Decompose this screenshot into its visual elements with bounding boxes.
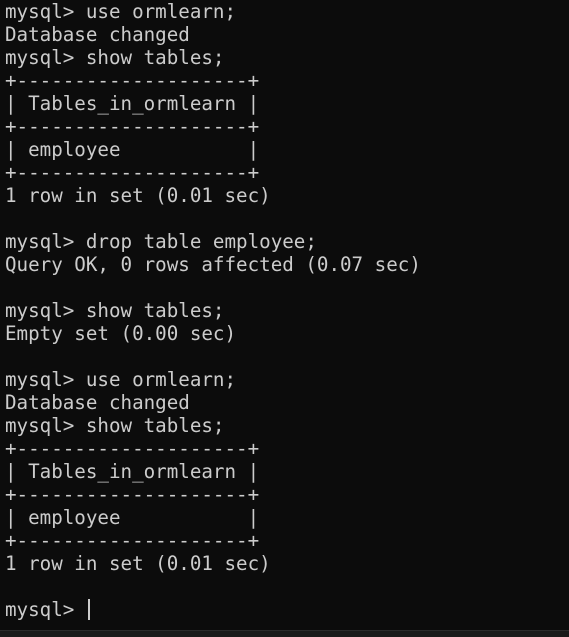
terminal-line: Empty set (0.00 sec)	[5, 322, 237, 345]
prompt-text: mysql>	[5, 598, 86, 621]
table-row-line: | employee |	[5, 506, 260, 529]
table-border-line: +--------------------+	[5, 483, 260, 506]
window-bottom-edge	[0, 630, 569, 637]
table-border-line: +--------------------+	[5, 437, 260, 460]
terminal-line: mysql> use ormlearn;	[5, 0, 237, 23]
prompt-line[interactable]: mysql>	[5, 598, 421, 621]
terminal-line: mysql> use ormlearn;	[5, 368, 237, 391]
table-border-line: +--------------------+	[5, 161, 260, 184]
table-header-line: | Tables_in_ormlearn |	[5, 92, 260, 115]
table-border-line: +--------------------+	[5, 529, 260, 552]
terminal-line: mysql> show tables;	[5, 414, 225, 437]
terminal-line: Query OK, 0 rows affected (0.07 sec)	[5, 253, 421, 276]
terminal-line: mysql> show tables;	[5, 46, 225, 69]
table-border-line: +--------------------+	[5, 69, 260, 92]
terminal-line: Database changed	[5, 391, 190, 414]
terminal-window[interactable]: mysql> use ormlearn; Database changed my…	[0, 0, 569, 637]
text-cursor	[87, 599, 90, 620]
table-border-line: +--------------------+	[5, 115, 260, 138]
terminal-line: 1 row in set (0.01 sec)	[5, 552, 271, 575]
terminal-line: mysql> drop table employee;	[5, 230, 317, 253]
terminal-output: mysql> use ormlearn; Database changed my…	[5, 0, 421, 621]
terminal-line: 1 row in set (0.01 sec)	[5, 184, 271, 207]
table-header-line: | Tables_in_ormlearn |	[5, 460, 260, 483]
terminal-line: Database changed	[5, 23, 190, 46]
terminal-line: mysql> show tables;	[5, 299, 225, 322]
table-row-line: | employee |	[5, 138, 260, 161]
